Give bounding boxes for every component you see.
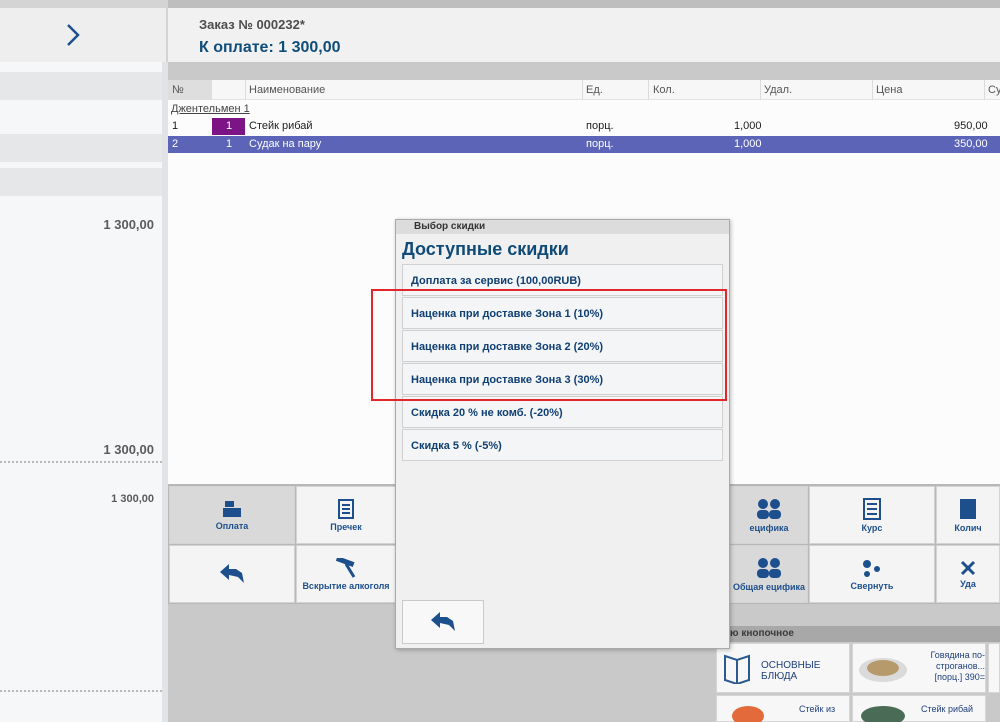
open-alcohol-label: Вскрытие алкоголя [302, 580, 390, 591]
row-count: 1 [226, 138, 233, 150]
book-icon [724, 654, 750, 684]
left-panel: 1 300,00 1 300,00 1 300,00 [0, 0, 168, 722]
nav-back-area[interactable] [0, 8, 166, 62]
highlight-box [371, 289, 727, 401]
quantity-button[interactable]: Колич [936, 486, 1000, 544]
left-band [0, 72, 162, 100]
people-icon [757, 498, 781, 519]
col-price: Цена [876, 84, 903, 96]
row-count: 1 [226, 120, 233, 132]
row-qty: 1,000 [734, 120, 762, 132]
menu-category-main[interactable]: ОСНОВНЫЕ БЛЮДА [716, 643, 850, 693]
dialog-title: Доступные скидки [402, 239, 569, 259]
left-summary: 1 300,00 1 300,00 1 300,00 [0, 62, 162, 722]
table-row[interactable]: 1 1 Стейк рибай порц. 1,000 950,00 [168, 118, 1000, 135]
menu-tile-partial[interactable] [988, 643, 1000, 693]
row-qty: 1,000 [734, 138, 762, 150]
left-amount: 1 300,00 [103, 442, 154, 457]
row-price: 350,00 [954, 138, 988, 150]
row-num: 1 [172, 120, 179, 132]
divider [0, 461, 162, 463]
menu-title-text: ю кнопочное [730, 628, 794, 639]
dish-image [732, 706, 764, 722]
col-unit: Ед. [586, 84, 603, 96]
menu-category-label: ОСНОВНЫЕ БЛЮДА [761, 660, 821, 682]
close-icon [960, 560, 976, 575]
left-amount: 1 300,00 [111, 493, 154, 505]
menu-item-steak[interactable]: Стейк из [716, 695, 850, 722]
col-qty: Кол. [653, 84, 675, 96]
order-header: Заказ № 000232* К оплате: 1 300,00 [168, 8, 1000, 62]
collapse-button[interactable]: Свернуть [809, 545, 935, 603]
left-amount: 1 300,00 [103, 217, 154, 232]
dish-image [861, 706, 905, 722]
undo-arrow-icon [220, 564, 244, 583]
quantity-label: Колич [954, 522, 982, 533]
open-alcohol-button[interactable]: Вскрытие алкоголя [296, 545, 396, 603]
common-spec-label: Общая ецифика [732, 581, 805, 592]
payment-button[interactable]: Оплата [169, 486, 295, 544]
table-row-selected[interactable]: 2 1 Судак на пару порц. 1,000 350,00 [168, 136, 1000, 153]
delete-button[interactable]: Уда [936, 545, 1000, 603]
dialog-back-button[interactable] [402, 600, 484, 644]
cash-register-icon [223, 500, 241, 517]
people-icon [757, 557, 781, 578]
dialog-titlebar-text: Выбор скидки [414, 221, 486, 232]
dish-image [859, 658, 907, 682]
menu-item-label: Стейк из [799, 704, 836, 714]
row-num: 2 [172, 138, 179, 150]
quantity-icon [960, 498, 976, 519]
order-number: Заказ № 000232* [199, 17, 305, 32]
guest-group[interactable]: Джентельмен 1 [171, 103, 250, 115]
row-unit: порц. [586, 120, 614, 132]
to-pay-total: К оплате: 1 300,00 [199, 39, 341, 56]
specification-button[interactable]: ецифика [730, 486, 808, 544]
precheck-button[interactable]: Пречек [296, 486, 396, 544]
discount-option-label: Скидка 5 % (-5%) [411, 440, 502, 452]
row-price: 950,00 [954, 120, 988, 132]
discount-option[interactable]: Скидка 5 % (-5%) [402, 429, 723, 461]
menu-item-beef[interactable]: Говядина по-строганов... [порц.] 390= [852, 643, 986, 693]
payment-label: Оплата [215, 520, 249, 531]
col-num: № [172, 84, 184, 96]
menu-item-label: Стейк рибай [921, 704, 974, 714]
row-name: Судак на пару [249, 138, 322, 150]
list-icon [863, 497, 881, 520]
col-removed: Удал. [764, 84, 793, 96]
col-name: Наименование [249, 84, 326, 96]
undo-arrow-icon [431, 612, 455, 631]
left-band [0, 134, 162, 162]
row-unit: порц. [586, 138, 614, 150]
corkscrew-icon [335, 557, 356, 578]
precheck-label: Пречек [330, 521, 362, 532]
dialog-titlebar: Выбор скидки [396, 220, 729, 234]
common-spec-button[interactable]: Общая ецифика [730, 545, 808, 603]
row-name: Стейк рибай [249, 120, 313, 132]
discount-option-label: Доплата за сервис (100,00RUB) [411, 275, 581, 287]
receipt-icon [338, 498, 354, 519]
left-band [0, 168, 162, 196]
back-button[interactable] [169, 545, 295, 603]
menu-section-title: ю кнопочное [716, 626, 1000, 642]
discount-dialog: Выбор скидки Доступные скидки Доплата за… [395, 219, 730, 649]
chevron-right-icon[interactable] [60, 18, 86, 52]
course-button[interactable]: Курс [809, 486, 935, 544]
collapse-icon [863, 559, 880, 577]
spec-label: ецифика [749, 522, 789, 533]
table-header: № Наименование Ед. Кол. Удал. Цена Су [168, 80, 1000, 100]
delete-label: Уда [960, 578, 976, 589]
divider [0, 690, 162, 692]
course-label: Курс [861, 522, 883, 533]
menu-item-ribeye[interactable]: Стейк рибай [852, 695, 986, 722]
collapse-label: Свернуть [850, 580, 894, 591]
col-sum: Су [988, 84, 1000, 96]
discount-option-label: Скидка 20 % не комб. (-20%) [411, 407, 563, 419]
menu-item-label: Говядина по-строганов... [порц.] 390= [930, 650, 985, 682]
